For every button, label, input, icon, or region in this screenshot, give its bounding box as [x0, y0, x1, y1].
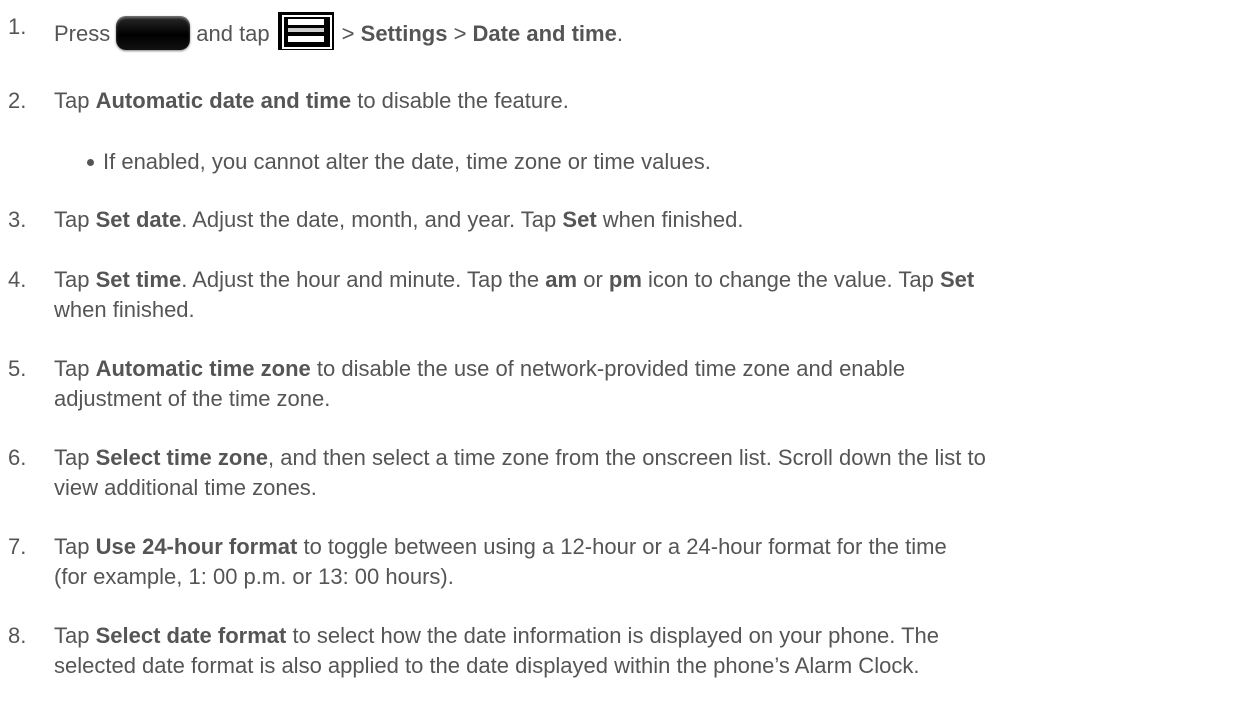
step-text: , and then select a time zone from the o… — [268, 445, 986, 470]
settings-label: Settings — [360, 21, 448, 46]
step-text: . — [616, 21, 623, 46]
am-label: am — [545, 267, 578, 292]
step-7: 7. Tap Use 24-hour format to toggle betw… — [0, 532, 1230, 592]
step-text: Tap — [54, 534, 90, 559]
step-text: Tap — [54, 267, 90, 292]
select-date-format-label: Select date format — [95, 623, 287, 648]
step-text: Tap — [54, 356, 90, 381]
step-number: 7. — [8, 534, 27, 559]
step-3: 3. Tap Set date. Adjust the date, month,… — [0, 205, 1230, 235]
step-8: 8. Tap Select date format to select how … — [0, 621, 1230, 681]
step-text: adjustment of the time zone. — [54, 386, 331, 411]
pm-label: pm — [608, 267, 642, 292]
step-5: 5. Tap Automatic time zone to disable th… — [0, 354, 1230, 414]
use-24-hour-format-label: Use 24-hour format — [95, 534, 298, 559]
set-time-label: Set time — [95, 267, 182, 292]
step-text: view additional time zones. — [54, 475, 317, 500]
step-text: to toggle between using a 12-hour or a 2… — [303, 534, 947, 559]
step-number: 8. — [8, 623, 27, 648]
step-6: 6. Tap Select time zone, and then select… — [0, 443, 1230, 503]
select-time-zone-label: Select time zone — [95, 445, 268, 470]
step-1: 1. Press and tap > Settings > Date and tim… — [0, 12, 1230, 50]
step-text: Tap — [54, 445, 90, 470]
step-2: 2. Tap Automatic date and time to disabl… — [0, 86, 1230, 116]
step-number: 5. — [8, 356, 27, 381]
step-text: Tap — [54, 207, 90, 232]
date-and-time-label: Date and time — [472, 21, 617, 46]
note-bullet: If enabled, you cannot alter the date, t… — [87, 147, 711, 177]
step-text: . Adjust the date, month, and year. Tap — [181, 207, 557, 232]
step-text: icon to change the value. Tap — [648, 267, 934, 292]
step-number: 1. — [8, 14, 27, 39]
menu-key-icon — [277, 12, 334, 50]
step-text: > — [341, 21, 355, 46]
bullet-dot — [87, 159, 94, 166]
step-text: and tap — [196, 21, 270, 46]
step-text: to disable the use of network-provided t… — [316, 356, 906, 381]
bullet-text: If enabled, you cannot alter the date, t… — [103, 149, 711, 174]
step-text: to select how the date information is di… — [292, 623, 940, 648]
set-label: Set — [939, 267, 975, 292]
step-text: when finished. — [602, 207, 744, 232]
step-text: Tap — [54, 88, 90, 113]
step-number: 2. — [8, 88, 27, 113]
step-text: Tap — [54, 623, 90, 648]
step-number: 4. — [8, 267, 27, 292]
step-text: to disable the feature. — [357, 88, 569, 113]
step-text: when finished. — [54, 297, 195, 322]
step-text: Press — [54, 21, 111, 46]
home-key-icon — [116, 16, 191, 50]
step-text: or — [583, 267, 603, 292]
step-4: 4. Tap Set time. Adjust the hour and min… — [0, 265, 1230, 325]
set-date-label: Set date — [95, 207, 182, 232]
step-text: selected date format is also applied to … — [54, 653, 920, 678]
step-number: 6. — [8, 445, 27, 470]
instructions-document: 1. Press and tap > Settings > Date and tim… — [0, 0, 1248, 715]
step-text: (for example, 1: 00 p.m. or 13: 00 hours… — [54, 564, 454, 589]
automatic-time-zone-label: Automatic time zone — [95, 356, 311, 381]
step-text: > — [453, 21, 467, 46]
step-number: 3. — [8, 207, 27, 232]
step-text: . Adjust the hour and minute. Tap the — [181, 267, 540, 292]
set-label: Set — [562, 207, 597, 232]
automatic-date-time-label: Automatic date and time — [95, 88, 352, 113]
